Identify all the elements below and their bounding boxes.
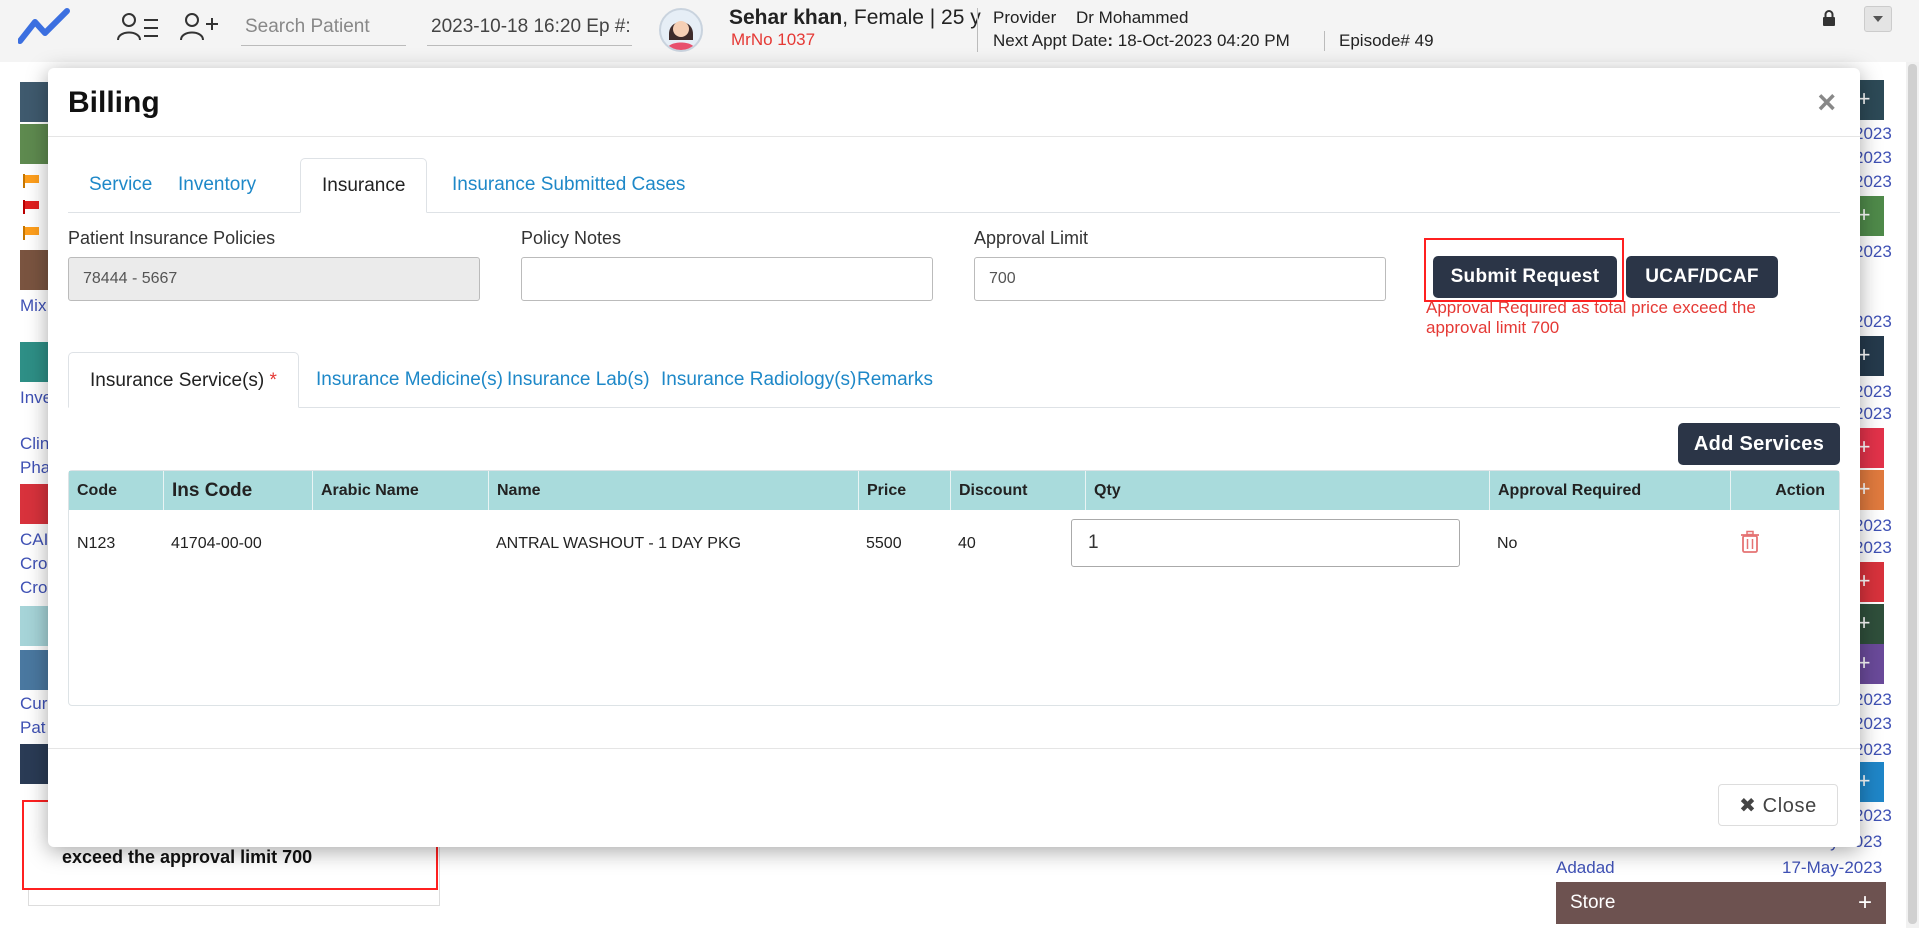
insurance-subtabs: Insurance Service(s) * Insurance Medicin… [68, 352, 1840, 408]
qty-input[interactable] [1071, 519, 1460, 567]
patient-mrno: MrNo 1037 [731, 30, 816, 49]
cell-code: N123 [77, 535, 116, 552]
patient-name: Sehar khan, Female | 25 y [729, 6, 981, 29]
policy-notes-field[interactable] [521, 257, 933, 301]
col-action: Action [1775, 482, 1825, 499]
bg-link[interactable]: Clin [20, 434, 49, 454]
episode-date-field[interactable]: 2023-10-18 16:20 Ep #: [427, 8, 632, 46]
bg-link[interactable]: Cro [20, 554, 47, 574]
col-name: Name [489, 471, 859, 510]
cell-name: ANTRAL WASHOUT - 1 DAY PKG [496, 535, 742, 552]
patient-list-icon[interactable] [116, 10, 160, 44]
subtab-insurance-services[interactable]: Insurance Service(s) * [68, 352, 299, 408]
col-approval-required: Approval Required [1490, 471, 1731, 510]
policies-label: Patient Insurance Policies [68, 228, 276, 248]
tab-insurance[interactable]: Insurance [300, 158, 428, 213]
provider-name: Dr Mohammed [1076, 8, 1189, 27]
col-arabic-name: Arabic Name [313, 471, 489, 510]
col-ins-code: Ins Code [164, 471, 313, 510]
modal-close-icon[interactable]: × [1817, 84, 1836, 121]
delete-trash-icon[interactable] [1740, 530, 1760, 554]
bg-link[interactable]: Cur [20, 694, 47, 714]
female-avatar-icon [667, 21, 695, 50]
red-flag-icon [23, 200, 39, 214]
bg-date: 17-May-2023 [1782, 858, 1883, 877]
store-label: Store [1570, 892, 1616, 913]
approval-warning-text: Approval Required as total price exceed … [1426, 298, 1756, 337]
lock-icon[interactable] [1822, 10, 1836, 26]
header-dropdown-button[interactable] [1864, 6, 1892, 32]
bg-link[interactable]: Pat [20, 718, 46, 738]
subtab-remarks[interactable]: Remarks [836, 352, 954, 408]
modal-title: Billing [68, 86, 160, 119]
top-header: 2023-10-18 16:20 Ep #: Sehar khan, Femal… [0, 0, 1919, 62]
insurance-policy-field[interactable] [68, 257, 480, 301]
bg-link[interactable]: Cro [20, 578, 47, 598]
modal-close-button[interactable]: ✖ Close [1718, 784, 1838, 826]
insurance-services-table: Code Ins Code Arabic Name Name Price Dis… [68, 470, 1840, 706]
cell-approval-required: No [1497, 535, 1518, 552]
required-star: * [269, 370, 277, 391]
submit-request-button[interactable]: Submit Request [1433, 256, 1617, 298]
ucaf-dcaf-button[interactable]: UCAF/DCAF [1626, 256, 1778, 298]
billing-modal: Billing × Service Inventory Insurance In… [48, 68, 1860, 847]
approval-limit-field[interactable] [974, 257, 1386, 301]
col-discount: Discount [951, 471, 1086, 510]
table-header: Code Ins Code Arabic Name Name Price Dis… [69, 471, 1839, 510]
chevron-down-icon [1873, 16, 1883, 22]
cell-ins-code: 41704-00-00 [171, 535, 262, 552]
orange-flag-icon [23, 174, 39, 188]
orange-flag-icon [23, 226, 39, 240]
cell-price: 5500 [866, 535, 902, 552]
billing-tabs: Service Inventory Insurance Insurance Su… [68, 158, 1840, 213]
tab-insurance-submitted-cases[interactable]: Insurance Submitted Cases [431, 158, 706, 213]
policy-notes-label: Policy Notes [521, 228, 622, 248]
col-code: Code [69, 471, 164, 510]
bg-link[interactable]: Mix [20, 296, 46, 316]
store-section-header[interactable]: Store + [1556, 882, 1886, 924]
page-scrollbar-thumb[interactable] [1908, 64, 1917, 924]
add-patient-icon[interactable] [178, 10, 222, 44]
bg-link[interactable]: CAI [20, 530, 48, 550]
col-qty: Qty [1086, 471, 1490, 510]
bg-link[interactable]: Pha [20, 458, 50, 478]
next-appt: Next Appt Date: 18-Oct-2023 04:20 PM [993, 31, 1290, 50]
approval-limit-label: Approval Limit [974, 228, 1089, 248]
plus-icon[interactable]: + [1858, 882, 1872, 924]
tab-inventory[interactable]: Inventory [157, 158, 277, 213]
search-patient-input[interactable] [241, 8, 406, 46]
provider-label: Provider [993, 8, 1057, 27]
patient-avatar [659, 8, 703, 52]
col-price: Price [859, 471, 951, 510]
app-logo-icon[interactable] [18, 8, 70, 44]
add-services-button[interactable]: Add Services [1678, 423, 1840, 465]
bg-row-name[interactable]: Adadad [1556, 858, 1615, 878]
episode-number: Episode# 49 [1339, 31, 1434, 50]
cell-discount: 40 [958, 535, 976, 552]
